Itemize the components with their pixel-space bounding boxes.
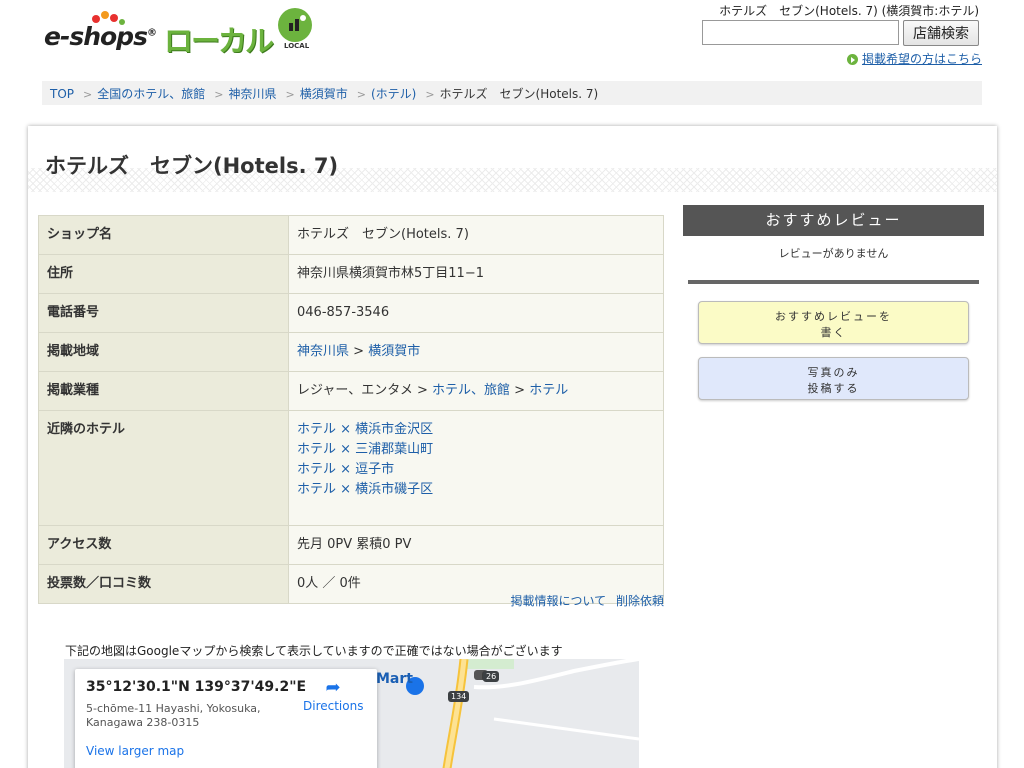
write-review-button[interactable]: おすすめレビューを 書く <box>698 301 969 344</box>
write-review-label-line2: 書く <box>820 325 847 339</box>
category-label: 掲載業種 <box>38 371 289 411</box>
map-road-26: 26 <box>483 671 500 682</box>
map-note: 下記の地図はGoogleマップから検索して表示していますので正確ではない場合がご… <box>65 644 563 658</box>
phone-value: 046-857-3546 <box>288 293 664 333</box>
table-row: 近隣のホテル ホテル × 横浜市金沢区 ホテル × 三浦郡葉山町 ホテル × 逗… <box>38 410 664 526</box>
breadcrumb-hotels[interactable]: 全国のホテル、旅館 <box>97 87 205 101</box>
site-logo[interactable]: e-shops® ローカル LOCAL <box>44 8 319 58</box>
page-title: ホテルズ セブン(Hotels. 7) <box>45 154 339 178</box>
search-input[interactable] <box>702 20 899 45</box>
about-listing-link[interactable]: 掲載情報について <box>511 594 607 608</box>
area-prefecture-link[interactable]: 神奈川県 <box>297 344 349 359</box>
nearby-link[interactable]: ホテル × 三浦郡葉山町 <box>297 440 655 460</box>
table-row: 掲載地域 神奈川県 > 横須賀市 <box>38 332 664 372</box>
listing-request-link[interactable]: 掲載希望の方はこちら <box>846 50 982 67</box>
title-bar: ホテルズ セブン(Hotels. 7) <box>28 126 997 192</box>
table-row: 住所 神奈川県横須賀市林5丁目11−1 <box>38 254 664 294</box>
breadcrumb-separator: > <box>425 88 435 101</box>
address-value: 神奈川県横須賀市林5丁目11−1 <box>288 254 664 294</box>
header-page-heading: ホテルズ セブン(Hotels. 7) (横須賀市:ホテル) <box>719 4 979 18</box>
breadcrumb-category[interactable]: (ホテル) <box>371 87 416 101</box>
sidebar-divider <box>688 280 979 284</box>
post-photo-button[interactable]: 写真のみ 投稿する <box>698 357 969 400</box>
breadcrumb-top[interactable]: TOP <box>50 87 74 101</box>
map-road-134: 134 <box>448 691 470 702</box>
votes-label: 投票数／口コミ数 <box>38 564 289 604</box>
info-footer-links: 掲載情報について 削除依頼 <box>511 592 665 609</box>
shop-name-label: ショップ名 <box>38 215 289 255</box>
breadcrumb: TOP > 全国のホテル、旅館 > 神奈川県 > 横須賀市 > (ホテル) > ホテルズ セブン(H… <box>42 81 982 105</box>
listing-request-label: 掲載希望の方はこちら <box>861 52 982 66</box>
nearby-label: 近隣のホテル <box>38 410 289 526</box>
category-leaf-link[interactable]: ホテル <box>529 383 568 398</box>
address-label: 住所 <box>38 254 289 294</box>
shop-info-table: ショップ名 ホテルズ セブン(Hotels. 7) 住所 神奈川県横須賀市林5丁… <box>38 215 664 604</box>
breadcrumb-prefecture[interactable]: 神奈川県 <box>228 87 276 101</box>
main-panel: ホテルズ セブン(Hotels. 7) ショップ名 ホテルズ セブン(Hotel… <box>28 126 997 768</box>
logo-local-text: ローカル <box>164 24 274 58</box>
breadcrumb-city[interactable]: 横須賀市 <box>300 87 348 101</box>
access-value: 先月 0PV 累積0 PV <box>288 525 664 565</box>
nearby-link[interactable]: ホテル × 横浜市金沢区 <box>297 420 655 440</box>
category-mid-link[interactable]: ホテル、旅館 <box>432 383 510 398</box>
area-label: 掲載地域 <box>38 332 289 372</box>
category-value: レジャー、エンタメ > ホテル、旅館 > ホテル <box>288 371 664 411</box>
breadcrumb-current: ホテルズ セブン(Hotels. 7) <box>439 87 599 101</box>
post-photo-label-line1: 写真のみ <box>807 365 860 379</box>
breadcrumb-separator: > <box>285 88 295 101</box>
map-info-card: 35°12'30.1"N 139°37'49.2"E 5-chōme-11 Ha… <box>75 669 377 768</box>
area-value: 神奈川県 > 横須賀市 <box>288 332 664 372</box>
map-directions-label: Directions <box>303 699 364 713</box>
search-button[interactable]: 店舗検索 <box>903 20 979 46</box>
table-row: ショップ名 ホテルズ セブン(Hotels. 7) <box>38 215 664 255</box>
logo-badge-icon <box>278 8 312 42</box>
view-larger-map-link[interactable]: View larger map <box>86 744 184 758</box>
arrow-circle-icon <box>846 54 858 65</box>
nearby-link[interactable]: ホテル × 逗子市 <box>297 460 655 480</box>
map-coordinates: 35°12'30.1"N 139°37'49.2"E <box>86 679 307 695</box>
shop-name-value: ホテルズ セブン(Hotels. 7) <box>288 215 664 255</box>
delete-request-link[interactable]: 削除依頼 <box>616 594 664 608</box>
logo-badge-label: LOCAL <box>284 42 310 50</box>
map-directions-button[interactable]: ➦ Directions <box>303 677 363 713</box>
map-address: 5-chōme-11 Hayashi, Yokosuka, Kanagawa 2… <box>86 702 261 729</box>
directions-icon: ➦ <box>325 677 341 698</box>
area-city-link[interactable]: 横須賀市 <box>368 344 420 359</box>
access-label: アクセス数 <box>38 525 289 565</box>
breadcrumb-separator: > <box>83 88 93 101</box>
breadcrumb-separator: > <box>214 88 224 101</box>
table-row: 掲載業種 レジャー、エンタメ > ホテル、旅館 > ホテル <box>38 371 664 411</box>
phone-label: 電話番号 <box>38 293 289 333</box>
google-map[interactable]: Mart 134 26 35°12'30.1"N 139°37'49.2"E 5… <box>64 659 639 768</box>
category-prefix: レジャー、エンタメ <box>297 383 413 398</box>
no-reviews-text: レビューがありません <box>778 247 889 260</box>
write-review-label-line1: おすすめレビューを <box>775 309 892 323</box>
post-photo-label-line2: 投稿する <box>807 381 860 395</box>
logo-eshops-text: e-shops® <box>44 22 157 51</box>
nearby-list: ホテル × 横浜市金沢区 ホテル × 三浦郡葉山町 ホテル × 逗子市 ホテル … <box>288 410 664 526</box>
breadcrumb-separator: > <box>356 88 366 101</box>
table-row: アクセス数 先月 0PV 累積0 PV <box>38 525 664 565</box>
recommended-review-header: おすすめレビュー <box>683 205 984 236</box>
map-label-mart: Mart <box>376 671 413 687</box>
table-row: 電話番号 046-857-3546 <box>38 293 664 333</box>
nearby-link[interactable]: ホテル × 横浜市磯子区 <box>297 480 655 500</box>
